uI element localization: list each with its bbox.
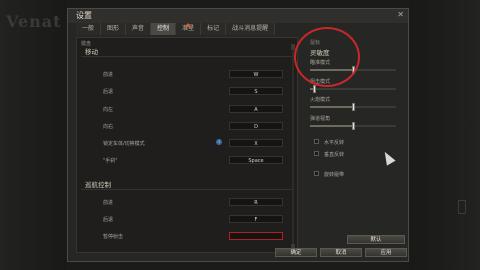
background-logo: Venat [6,12,62,31]
slider-sniper[interactable] [310,85,396,93]
row-label-backward: 后退 [103,89,114,95]
key-cruise-forward[interactable]: R [229,198,283,206]
settings-tabs: 一般 图形 声音 控制 准星 标记 战斗消息提醒 [76,23,276,35]
slider-label-artillery: 火炮模式 [310,97,331,103]
keyboard-panel: 键盘 移动 前进 W 后退 S 向左 A 向右 D 锁定车体/切换模式 i X … [76,37,298,253]
checkbox-label-invert-vertical: 垂直反转 [324,152,345,158]
scrollbar-track[interactable] [292,44,294,248]
key-lock-hull[interactable]: X [229,139,283,147]
apply-button[interactable]: 应用 [365,248,407,257]
slider-ballistic[interactable] [310,122,396,130]
slider-label-ballistic: 弹道视角 [310,116,331,122]
key-forward[interactable]: W [229,70,283,78]
slider-artillery[interactable] [310,103,396,111]
row-label-cruise-backward: 后退 [103,217,114,223]
key-pause-fire[interactable] [229,232,283,240]
tab-markers[interactable]: 标记 [201,23,227,35]
key-right[interactable]: D [229,122,283,130]
row-label-lock-hull: 锁定车体/切换模式 [103,141,145,147]
info-icon[interactable]: i [216,139,222,145]
divider [81,189,293,190]
background-left-panel [0,0,66,270]
key-left[interactable]: A [229,105,283,113]
tab-general[interactable]: 一般 [76,23,102,35]
section-movement: 移动 [85,48,98,56]
key-handbrake[interactable]: Space [229,156,283,164]
close-icon[interactable]: ✕ [397,10,404,19]
row-label-handbrake: "手刹" [103,158,118,164]
active-tab-marker-icon [185,23,191,27]
tab-controls[interactable]: 控制 [151,23,177,35]
checkbox-label-invert-horizontal: 水平反转 [324,140,345,146]
checkbox-rotate-tracks[interactable] [314,171,319,176]
cancel-button[interactable]: 取消 [320,248,362,257]
key-backward[interactable]: S [229,87,283,95]
row-label-cruise-forward: 前进 [103,200,114,206]
row-label-forward: 前进 [103,72,114,78]
ok-button[interactable]: 确定 [275,248,317,257]
dialog-title: 设置 [76,11,92,20]
checkbox-label-rotate-tracks: 旋转履带 [324,172,345,178]
highlight-circle [294,27,360,87]
row-label-left: 向左 [103,107,114,113]
row-label-pause-fire: 暂停射击 [103,234,124,240]
row-label-right: 向右 [103,124,114,130]
key-cruise-backward[interactable]: F [229,215,283,223]
checkbox-invert-horizontal[interactable] [314,139,319,144]
tab-sound[interactable]: 声音 [126,23,152,35]
divider [81,56,293,57]
dialog-titlebar: 设置 ✕ [68,9,408,23]
default-button[interactable]: 默认 [347,235,405,244]
background-right-panel [410,0,480,270]
section-cruise-control: 巡航控制 [85,181,111,189]
background-side-icon [458,200,466,214]
tab-battle-notifications[interactable]: 战斗消息提醒 [226,23,276,35]
tab-graphics[interactable]: 图形 [101,23,127,35]
checkbox-invert-vertical[interactable] [314,151,319,156]
